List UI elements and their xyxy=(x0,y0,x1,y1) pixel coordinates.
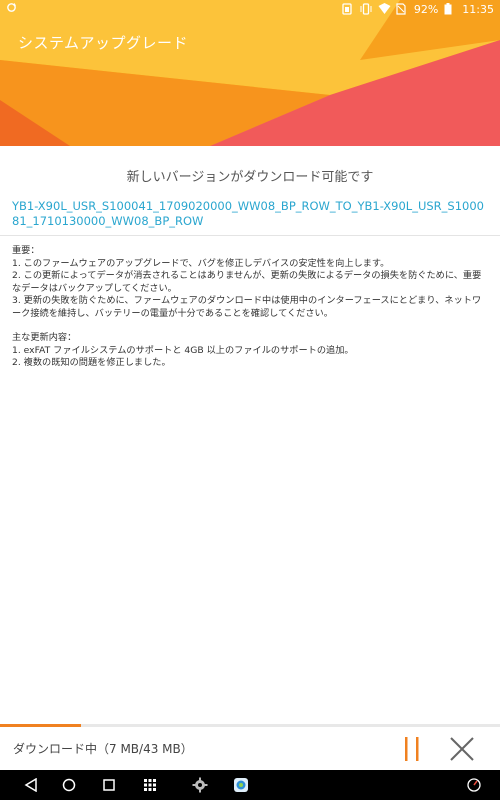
page-title: システムアップグレード xyxy=(18,34,189,52)
status-time: 11:35 xyxy=(462,2,494,16)
browser-shortcut[interactable] xyxy=(232,776,250,794)
recents-icon xyxy=(103,779,115,791)
navigation-bar xyxy=(0,770,500,800)
update-item: 1. exFAT ファイルシステムのサポートと 4GB 以上のファイルのサポート… xyxy=(12,344,354,356)
update-details[interactable]: 新しいバージョンがダウンロード可能です YB1-X90L_USR_S100041… xyxy=(0,146,500,724)
sync-icon xyxy=(6,2,17,16)
cancel-button[interactable] xyxy=(448,735,476,763)
app-drawer-icon xyxy=(144,779,156,791)
battery-icon xyxy=(444,3,456,15)
settings-icon xyxy=(192,777,208,793)
header-banner xyxy=(0,0,500,146)
updates-title: 主な更新内容： xyxy=(12,332,77,343)
app-drawer-button[interactable] xyxy=(141,776,159,794)
important-title: 重要： xyxy=(12,245,40,256)
update-item: 2. 複数の既知の問題を修正しました。 xyxy=(12,357,171,368)
recents-button[interactable] xyxy=(100,776,118,794)
battery-saver-icon xyxy=(342,3,354,15)
important-item: 3. 更新の失敗を防ぐために、ファームウェアのダウンロード中は使用中のインターフ… xyxy=(12,295,482,319)
pause-button[interactable] xyxy=(398,735,426,763)
vibrate-icon xyxy=(360,3,372,15)
wifi-icon xyxy=(378,3,391,15)
version-name: YB1-X90L_USR_S100041_1709020000_WW08_BP_… xyxy=(12,199,484,228)
header-background xyxy=(0,0,500,146)
update-available-heading: 新しいバージョンがダウンロード可能です xyxy=(126,170,374,185)
download-status: ダウンロード中（7 MB/43 MB） xyxy=(13,742,193,756)
divider xyxy=(0,235,500,236)
release-notes: 重要： 1. このファームウェアのアップグレードで、バグを修正しデバイスの安定性… xyxy=(0,245,500,370)
important-item: 1. このファームウェアのアップグレードで、バグを修正しデバイスの安定性を向上し… xyxy=(12,257,390,269)
back-icon xyxy=(24,778,37,792)
no-sim-icon xyxy=(396,3,408,15)
update-contents: 主な更新内容： 1. exFAT ファイルシステムのサポートと 4GB 以上のフ… xyxy=(12,332,488,370)
performance-shortcut[interactable] xyxy=(465,776,483,794)
battery-percent: 92% xyxy=(413,2,439,16)
browser-icon xyxy=(234,778,248,792)
close-icon xyxy=(450,737,474,761)
important-item: 2. この更新によってデータが消去されることはありませんが、更新の失敗によるデー… xyxy=(12,270,482,294)
settings-shortcut[interactable] xyxy=(191,776,209,794)
important-notes: 重要： 1. このファームウェアのアップグレードで、バグを修正しデバイスの安定性… xyxy=(12,245,488,320)
download-bar: ダウンロード中（7 MB/43 MB） xyxy=(0,727,500,770)
status-bar: 92% 11:35 xyxy=(0,0,500,18)
home-icon xyxy=(62,778,76,792)
pause-icon xyxy=(405,737,419,761)
home-button[interactable] xyxy=(60,776,78,794)
back-button[interactable] xyxy=(22,776,40,794)
performance-icon xyxy=(467,778,481,792)
